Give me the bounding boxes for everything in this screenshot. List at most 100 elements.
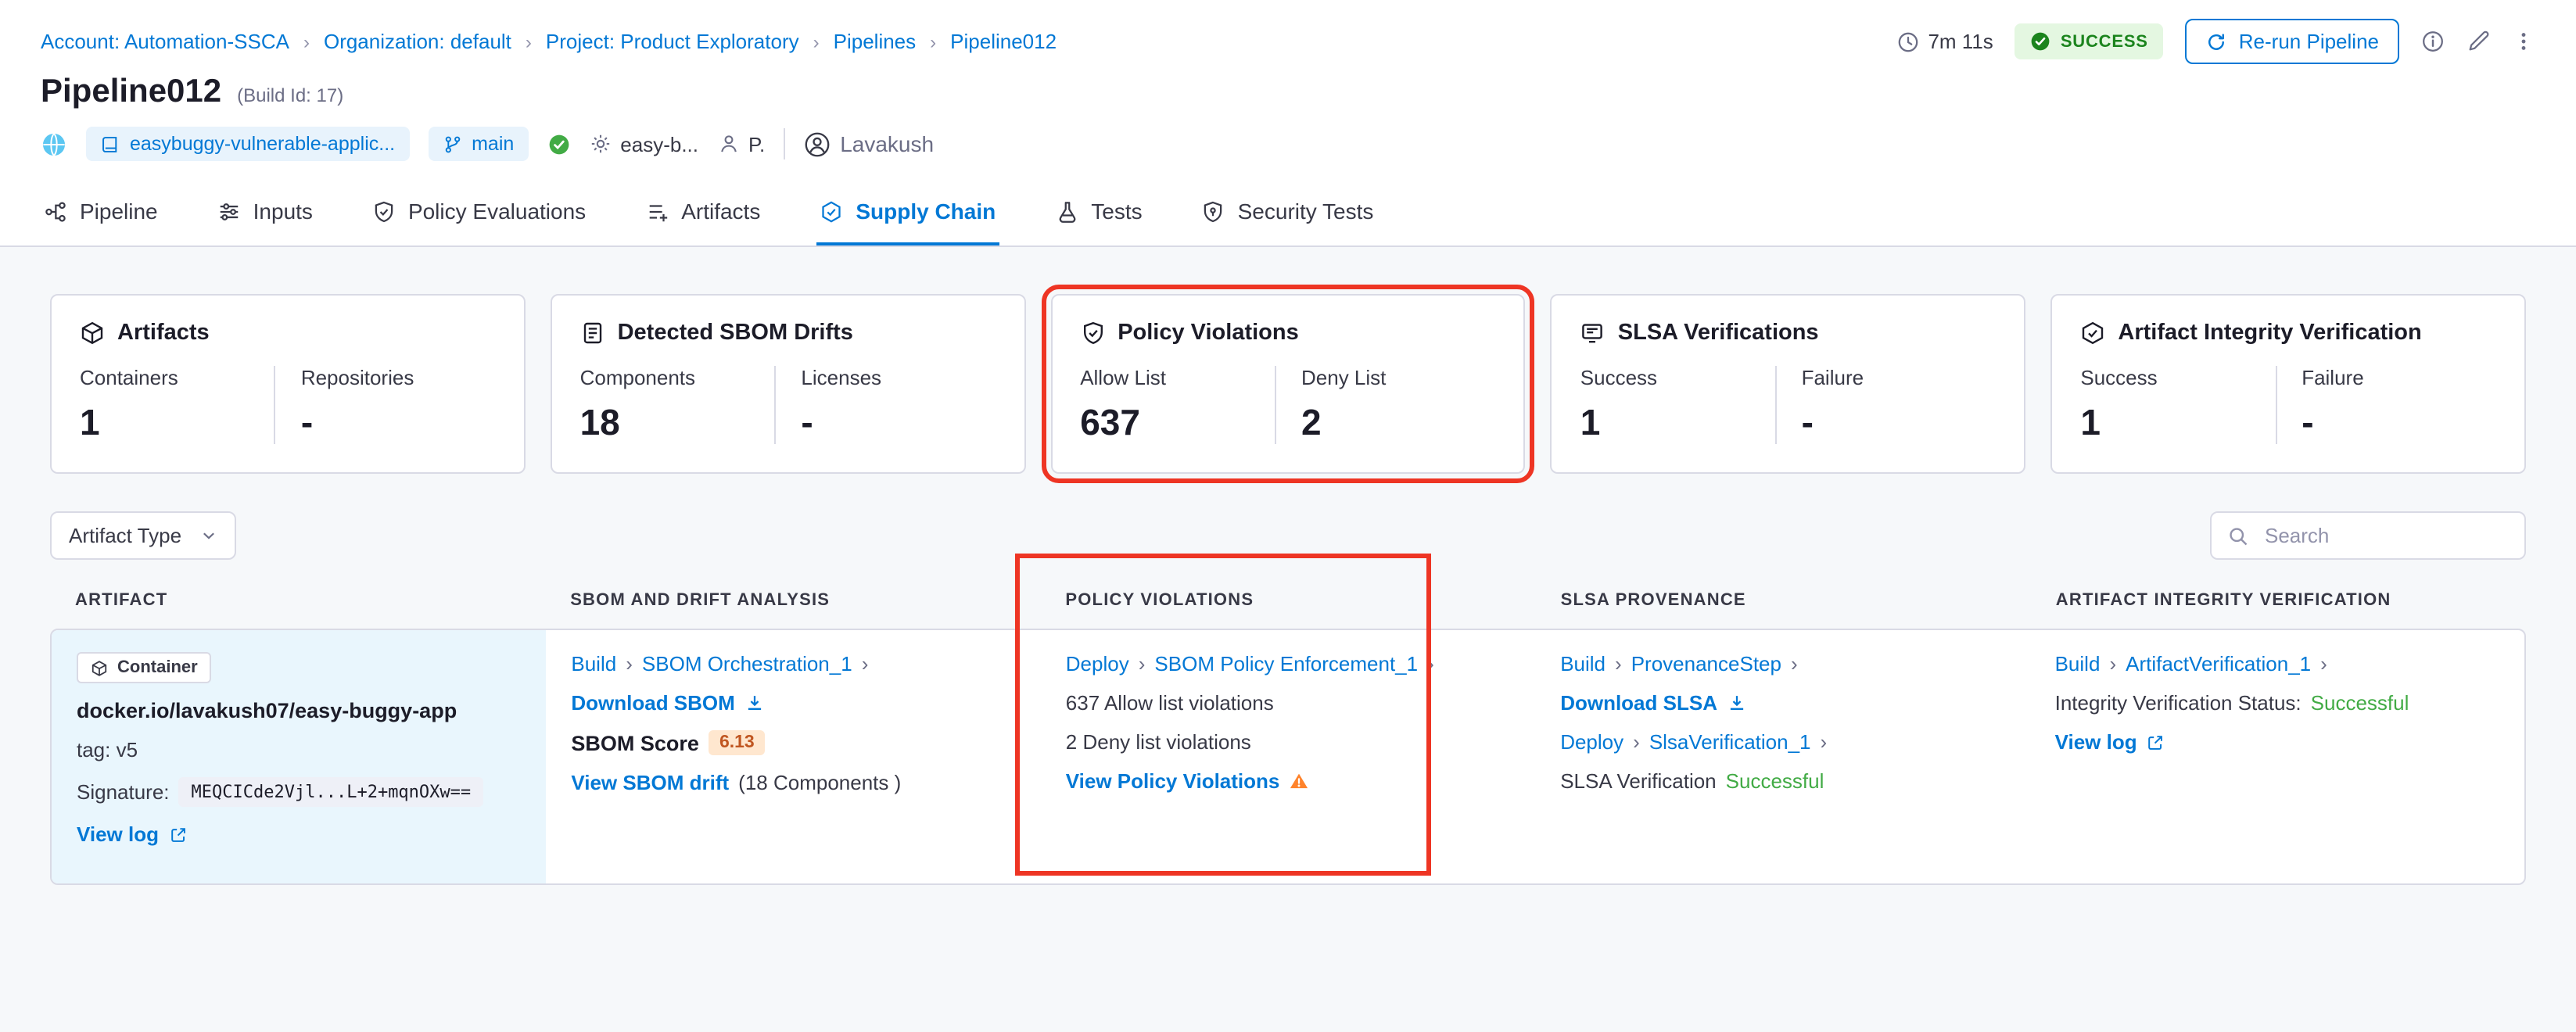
- step-link[interactable]: ProvenanceStep: [1631, 652, 1781, 675]
- repo-icon: [100, 134, 120, 154]
- globe-icon: [41, 131, 67, 157]
- rerun-icon: [2206, 30, 2228, 52]
- integrity-status-value: Successful: [2311, 691, 2409, 715]
- status-badge: SUCCESS: [2015, 23, 2164, 59]
- policy-violations-cell: Deploy SBOM Policy Enforcement_1 637 All…: [1041, 630, 1535, 883]
- card-slsa-verifications: SLSA Verifications Success 1 Failure -: [1551, 294, 2026, 474]
- stat-value: 2: [1301, 402, 1496, 444]
- stat-value: 637: [1080, 402, 1275, 444]
- step-link[interactable]: SlsaVerification_1: [1649, 730, 1811, 754]
- cube-icon: [80, 321, 105, 346]
- download-sbom-link[interactable]: Download SBOM: [571, 691, 734, 715]
- stage-link[interactable]: Build: [2055, 652, 2101, 675]
- step-link[interactable]: ArtifactVerification_1: [2126, 652, 2311, 675]
- sliders-icon: [217, 199, 241, 223]
- step-link[interactable]: SBOM Orchestration_1: [642, 652, 852, 675]
- repo-chip[interactable]: easybuggy-vulnerable-applic...: [86, 127, 409, 161]
- external-link-icon: [2147, 733, 2165, 751]
- tab-bar: Pipeline Inputs Policy Evaluations Artif…: [0, 180, 2576, 247]
- more-options-icon[interactable]: [2512, 30, 2535, 53]
- tab-label: Artifacts: [681, 199, 760, 224]
- artifact-image-name: docker.io/lavakush07/easy-buggy-app: [77, 699, 457, 722]
- search-icon: [2227, 525, 2249, 546]
- card-title: Artifacts: [117, 321, 210, 346]
- page: Account: Automation-SSCA Organization: d…: [0, 0, 2576, 1032]
- step-link[interactable]: SBOM Policy Enforcement_1: [1154, 652, 1418, 675]
- chevron-right-icon: [862, 652, 869, 675]
- chevron-right-icon: [1633, 730, 1640, 754]
- sbom-drift-components: (18 Components ): [738, 771, 901, 794]
- slsa-verification-label: SLSA Verification: [1560, 769, 1716, 793]
- tab-tests[interactable]: Tests: [1052, 180, 1145, 245]
- tab-inputs[interactable]: Inputs: [214, 180, 316, 245]
- container-type-chip: Container: [77, 652, 212, 683]
- search-input[interactable]: [2262, 522, 2509, 549]
- check-circle-icon: [2031, 31, 2051, 52]
- chevron-right-icon: [2109, 652, 2116, 675]
- tab-security-tests[interactable]: Security Tests: [1199, 180, 1377, 245]
- container-type-label: Container: [117, 658, 198, 677]
- tab-label: Tests: [1091, 199, 1142, 224]
- breadcrumb-pipeline012[interactable]: Pipeline012: [950, 30, 1057, 53]
- tab-label: Pipeline: [80, 199, 158, 224]
- breadcrumb-account[interactable]: Account: Automation-SSCA: [41, 30, 289, 53]
- chevron-right-icon: [303, 30, 310, 52]
- page-title: Pipeline012: [41, 73, 221, 111]
- user-name: Lavakush: [840, 131, 934, 156]
- tab-pipeline[interactable]: Pipeline: [41, 180, 161, 245]
- col-sbom: SBOM AND DRIFT ANALYSIS: [545, 566, 1040, 629]
- slsa-provenance-cell: Build ProvenanceStep Download SLSA Deplo…: [1535, 630, 2029, 883]
- view-sbom-drift-link[interactable]: View SBOM drift: [571, 771, 729, 794]
- integrity-cell: Build ArtifactVerification_1 Integrity V…: [2030, 630, 2524, 883]
- view-log-link[interactable]: View log: [2055, 730, 2137, 754]
- title-row: Pipeline012 (Build Id: 17): [0, 70, 2576, 114]
- gear-icon: [589, 133, 611, 155]
- view-log-link[interactable]: View log: [77, 822, 159, 846]
- cube-icon: [91, 659, 108, 676]
- breadcrumb-organization[interactable]: Organization: default: [324, 30, 511, 53]
- stage-link[interactable]: Build: [1560, 652, 1606, 675]
- status-badge-label: SUCCESS: [2061, 32, 2148, 51]
- view-policy-violations-link[interactable]: View Policy Violations: [1066, 769, 1280, 793]
- download-slsa-link[interactable]: Download SLSA: [1560, 691, 1717, 715]
- breadcrumb-project[interactable]: Project: Product Exploratory: [546, 30, 799, 53]
- clock-icon: [1896, 30, 1918, 52]
- info-icon[interactable]: [2421, 30, 2445, 53]
- divider: [784, 128, 785, 159]
- stat-label: Components: [580, 366, 775, 389]
- person-icon: [717, 133, 739, 155]
- stat-label: Repositories: [301, 366, 496, 389]
- stage-link[interactable]: Deploy: [1066, 652, 1129, 675]
- document-icon: [580, 321, 605, 346]
- stat-value: -: [801, 402, 996, 444]
- shield-icon: [1202, 199, 1225, 223]
- col-slsa-provenance: SLSA PROVENANCE: [1536, 566, 2031, 629]
- pipeline-meta-row: easybuggy-vulnerable-applic... main easy…: [0, 114, 2576, 180]
- tab-supply-chain[interactable]: Supply Chain: [816, 180, 999, 245]
- content-area: Artifacts Containers 1 Repositories -: [0, 247, 2576, 1032]
- edit-icon[interactable]: [2467, 30, 2490, 53]
- chevron-down-icon: [200, 527, 217, 544]
- stage-link[interactable]: Deploy: [1560, 730, 1623, 754]
- chevron-right-icon: [1139, 652, 1146, 675]
- tab-artifacts[interactable]: Artifacts: [642, 180, 763, 245]
- tab-label: Supply Chain: [856, 199, 996, 224]
- branch-icon: [442, 134, 462, 154]
- branch-chip[interactable]: main: [428, 127, 528, 161]
- tab-label: Policy Evaluations: [408, 199, 586, 224]
- stage-link[interactable]: Build: [571, 652, 616, 675]
- external-link-icon: [168, 825, 187, 844]
- shield-check-icon: [1080, 321, 1105, 346]
- artifact-type-select[interactable]: Artifact Type: [50, 511, 236, 560]
- artifact-cell: Container docker.io/lavakush07/easy-bugg…: [52, 630, 546, 883]
- rerun-pipeline-button[interactable]: Re-run Pipeline: [2186, 19, 2399, 64]
- tab-policy-evaluations[interactable]: Policy Evaluations: [369, 180, 589, 245]
- chevron-right-icon: [626, 652, 633, 675]
- stat-label: Success: [2080, 366, 2275, 389]
- search-box: [2210, 511, 2526, 560]
- sbom-score-label: SBOM Score: [571, 731, 699, 754]
- card-sbom-drifts: Detected SBOM Drifts Components 18 Licen…: [551, 294, 1026, 474]
- build-id: (Build Id: 17): [237, 84, 343, 106]
- breadcrumb-pipelines[interactable]: Pipelines: [834, 30, 917, 53]
- warning-icon: [1289, 771, 1309, 791]
